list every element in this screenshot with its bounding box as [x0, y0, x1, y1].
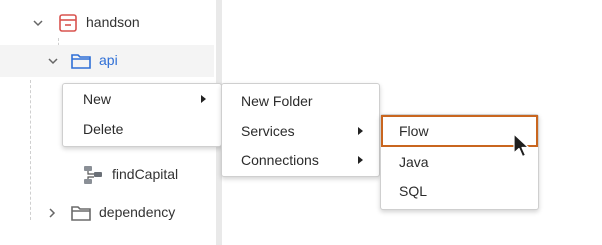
menu-item-label: Java	[399, 154, 429, 170]
context-menu: New Delete	[62, 83, 222, 147]
folder-icon	[70, 202, 92, 224]
folder-open-icon	[70, 50, 92, 72]
tree-item-findcapital[interactable]: findCapital	[0, 159, 214, 191]
tree-item-api[interactable]: api	[0, 45, 214, 77]
menu-item-label: New Folder	[241, 93, 313, 109]
chevron-down-icon[interactable]	[32, 17, 44, 29]
tree-item-dependency[interactable]: dependency	[0, 197, 214, 229]
menu-item-label: Flow	[399, 123, 429, 139]
flow-service-icon	[82, 164, 104, 186]
mouse-cursor-icon	[512, 133, 534, 159]
menu-item-connections[interactable]: Connections	[222, 145, 379, 175]
database-icon	[57, 12, 79, 34]
new-submenu: New Folder Services Connections	[221, 83, 380, 177]
menu-item-label: Services	[241, 123, 295, 139]
menu-item-new[interactable]: New	[63, 84, 221, 114]
tree-item-label: dependency	[99, 204, 176, 220]
menu-item-label: New	[83, 91, 112, 107]
chevron-right-icon[interactable]	[46, 207, 58, 219]
submenu-arrow-icon	[358, 127, 363, 135]
menu-item-label: SQL	[399, 183, 428, 199]
menu-item-label: Connections	[241, 152, 319, 168]
submenu-arrow-icon	[358, 156, 363, 164]
menu-item-label: Delete	[83, 121, 124, 137]
services-submenu: Flow Java SQL	[380, 114, 539, 210]
menu-item-new-folder[interactable]: New Folder	[222, 86, 379, 116]
tree-item-label: findCapital	[112, 166, 179, 182]
menu-item-sql[interactable]: SQL	[381, 176, 538, 206]
tree-item-label: api	[99, 52, 118, 68]
tree-item-handson[interactable]: handson	[0, 7, 214, 39]
chevron-down-icon[interactable]	[47, 55, 59, 67]
menu-item-delete[interactable]: Delete	[63, 114, 221, 144]
submenu-arrow-icon	[201, 95, 206, 103]
menu-item-services[interactable]: Services	[222, 116, 379, 146]
tree-item-label: handson	[86, 14, 140, 30]
